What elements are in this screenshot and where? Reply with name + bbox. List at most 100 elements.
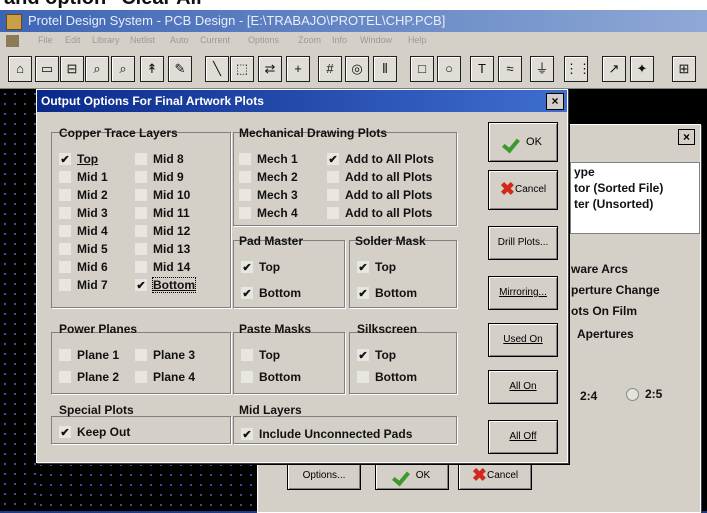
all-off-button[interactable]: All Off xyxy=(488,420,558,454)
menu-file[interactable]: File xyxy=(38,35,53,45)
checkbox-plane-4[interactable]: Plane 4 xyxy=(135,370,195,384)
star-icon[interactable]: ✦ xyxy=(630,56,654,82)
checkbox-add-4[interactable]: Add to all Plots xyxy=(327,206,432,220)
setup-ok-button[interactable]: OK xyxy=(375,462,449,490)
checkbox-keep-out[interactable]: Keep Out xyxy=(59,425,130,439)
checkbox-mech-3[interactable]: Mech 3 xyxy=(239,188,298,202)
open-file-icon[interactable]: ⌂ xyxy=(8,56,32,82)
menu-edit[interactable]: Edit xyxy=(65,35,81,45)
plotter-type-list[interactable]: ype tor (Sorted File) ter (Unsorted) xyxy=(570,162,700,234)
checkbox-plane-1[interactable]: Plane 1 xyxy=(59,348,119,362)
grid-icon[interactable]: # xyxy=(318,56,342,82)
paste-masks-title: Paste Masks xyxy=(239,322,312,336)
option-film[interactable]: ots On Film xyxy=(571,304,637,318)
checkbox-paste-bottom[interactable]: Bottom xyxy=(241,370,301,384)
checkbox-mid-4[interactable]: Mid 4 xyxy=(59,224,108,238)
menu-options[interactable]: Options xyxy=(248,35,279,45)
checkbox-solder-bottom[interactable]: Bottom xyxy=(357,286,417,300)
menu-info[interactable]: Info xyxy=(332,35,347,45)
used-on-button[interactable]: Used On xyxy=(488,323,558,357)
checkbox-mid-10[interactable]: Mid 10 xyxy=(135,188,190,202)
setup-cancel-button[interactable]: ✖Cancel xyxy=(458,462,532,490)
menu-zoom[interactable]: Zoom xyxy=(298,35,321,45)
move-icon[interactable]: + xyxy=(286,56,310,82)
circle-icon[interactable]: ○ xyxy=(437,56,461,82)
document-icon[interactable] xyxy=(6,35,19,47)
checkbox-mid-5[interactable]: Mid 5 xyxy=(59,242,108,256)
cross-icon[interactable]: ⇄ xyxy=(258,56,282,82)
checkbox-paste-top[interactable]: Top xyxy=(241,348,280,362)
checkbox-pad-top[interactable]: Top xyxy=(241,260,280,274)
checkbox-mid-7[interactable]: Mid 7 xyxy=(59,278,108,292)
checkbox-mid-3[interactable]: Mid 3 xyxy=(59,206,108,220)
board-icon[interactable]: ⊞ xyxy=(672,56,696,82)
checkbox-box xyxy=(239,152,251,165)
checkbox-bottom[interactable]: Bottom xyxy=(135,277,196,293)
menu-auto[interactable]: Auto xyxy=(170,35,189,45)
checkbox-mid-8[interactable]: Mid 8 xyxy=(135,152,184,166)
option-aperture[interactable]: perture Change xyxy=(571,283,660,297)
pad-icon[interactable]: ◎ xyxy=(345,56,369,82)
print-icon[interactable]: ⊟ xyxy=(60,56,84,82)
checkbox-mid-12[interactable]: Mid 12 xyxy=(135,224,190,238)
menu-window[interactable]: Window xyxy=(360,35,392,45)
menu-current[interactable]: Current xyxy=(200,35,230,45)
checkbox-add-3[interactable]: Add to all Plots xyxy=(327,188,432,202)
checkbox-solder-top[interactable]: Top xyxy=(357,260,396,274)
cancel-button[interactable]: ✖Cancel xyxy=(488,170,558,210)
checkbox-silk-bottom[interactable]: Bottom xyxy=(357,370,417,384)
checkbox-box xyxy=(59,242,71,255)
text-icon[interactable]: T xyxy=(470,56,494,82)
checkbox-mech-2[interactable]: Mech 2 xyxy=(239,170,298,184)
type-row[interactable]: tor (Sorted File) xyxy=(574,181,663,195)
checkbox-mech-4[interactable]: Mech 4 xyxy=(239,206,298,220)
menu-library[interactable]: Library xyxy=(92,35,120,45)
checkbox-mid-2[interactable]: Mid 2 xyxy=(59,188,108,202)
ok-button[interactable]: OK xyxy=(488,122,558,162)
silkscreen-group xyxy=(349,332,457,394)
zoom-out-icon[interactable]: ⌕ xyxy=(111,56,135,82)
menu-help[interactable]: Help xyxy=(408,35,427,45)
checkbox-unconnected-pads[interactable]: Include Unconnected Pads xyxy=(241,427,412,441)
checkbox-mid-11[interactable]: Mid 11 xyxy=(135,206,190,220)
bus-icon[interactable]: ⦀ xyxy=(373,56,397,82)
checkbox-mid-14[interactable]: Mid 14 xyxy=(135,260,190,274)
rectangle-icon[interactable]: □ xyxy=(410,56,434,82)
close-icon[interactable]: × xyxy=(678,129,695,145)
ratio-2-4[interactable]: 2:4 xyxy=(580,389,597,403)
wave-icon[interactable]: ≈ xyxy=(498,56,522,82)
checkbox-plane-3[interactable]: Plane 3 xyxy=(135,348,195,362)
line-icon[interactable]: ╲ xyxy=(205,56,229,82)
mirroring-button[interactable]: Mirroring... xyxy=(488,276,558,310)
save-icon[interactable]: ▭ xyxy=(35,56,59,82)
checkbox-add-2[interactable]: Add to all Plots xyxy=(327,170,432,184)
option-apertures[interactable]: Apertures xyxy=(577,327,634,341)
checkbox-add-1[interactable]: Add to All Plots xyxy=(327,152,434,166)
zoom-in-icon[interactable]: ⌕ xyxy=(85,56,109,82)
checkbox-mid-6[interactable]: Mid 6 xyxy=(59,260,108,274)
pin-icon[interactable]: ↟ xyxy=(140,56,164,82)
select-area-icon[interactable]: ⬚ xyxy=(230,56,254,82)
option-arcs[interactable]: ware Arcs xyxy=(571,262,628,276)
all-on-button[interactable]: All On xyxy=(488,370,558,404)
checkbox-box xyxy=(327,152,339,165)
checkbox-mech-1[interactable]: Mech 1 xyxy=(239,152,298,166)
checkbox-plane-2[interactable]: Plane 2 xyxy=(59,370,119,384)
checkbox-top[interactable]: Top xyxy=(59,152,98,166)
close-icon[interactable]: × xyxy=(546,93,564,110)
checkbox-mid-13[interactable]: Mid 13 xyxy=(135,242,190,256)
options-button[interactable]: Options... xyxy=(287,462,361,490)
drill-plots-button[interactable]: Drill Plots... xyxy=(488,226,558,260)
checkbox-silk-top[interactable]: Top xyxy=(357,348,396,362)
type-row[interactable]: ter (Unsorted) xyxy=(574,197,653,211)
menu-netlist[interactable]: Netlist xyxy=(130,35,155,45)
checkbox-pad-bottom[interactable]: Bottom xyxy=(241,286,301,300)
cancel-x-icon: ✖ xyxy=(471,465,487,486)
ratio-2-5-radio[interactable]: 2:5 xyxy=(626,387,662,402)
array-icon[interactable]: ⋮⋮ xyxy=(564,56,591,82)
component-icon[interactable]: ⏚ xyxy=(530,56,554,82)
route-icon[interactable]: ✎ xyxy=(168,56,192,82)
checkbox-mid-9[interactable]: Mid 9 xyxy=(135,170,184,184)
arrow-icon[interactable]: ↗ xyxy=(602,56,626,82)
checkbox-mid-1[interactable]: Mid 1 xyxy=(59,170,108,184)
